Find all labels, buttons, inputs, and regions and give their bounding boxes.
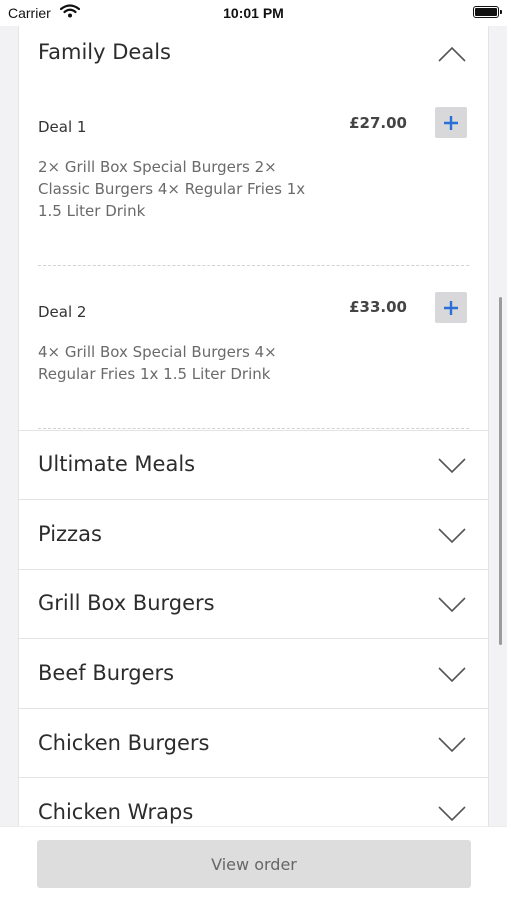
plus-icon [444, 115, 458, 130]
menu-list[interactable]: Family Deals Deal 1 £27.00 2× Grill Box … [18, 0, 489, 826]
section-title: Pizzas [38, 522, 102, 546]
divider [38, 265, 469, 266]
deal-description: 4× Grill Box Special Burgers 4× Regular … [38, 343, 277, 383]
section-title: Chicken Burgers [38, 731, 210, 755]
section-title: Beef Burgers [38, 661, 175, 685]
section-title: Family Deals [38, 40, 171, 64]
divider [19, 708, 488, 709]
chevron-down-icon[interactable] [438, 458, 466, 478]
plus-icon [444, 300, 458, 315]
section-title: Grill Box Burgers [38, 591, 215, 615]
view-order-button[interactable]: View order [37, 840, 471, 888]
chevron-down-icon[interactable] [438, 737, 466, 757]
add-deal-button[interactable] [435, 107, 467, 138]
deal-price: £33.00 [349, 298, 407, 316]
scroll-indicator[interactable] [499, 297, 502, 645]
add-deal-button[interactable] [435, 292, 467, 323]
divider [19, 430, 488, 431]
chevron-down-icon[interactable] [438, 806, 466, 826]
deal-name: Deal 2 [38, 303, 87, 321]
divider [38, 428, 469, 429]
battery-icon [473, 6, 502, 18]
chevron-up-icon[interactable] [438, 46, 466, 66]
deal-price: £27.00 [349, 114, 407, 132]
section-title: Ultimate Meals [38, 452, 196, 476]
chevron-down-icon[interactable] [438, 667, 466, 687]
divider [19, 777, 488, 778]
deal-name: Deal 1 [38, 118, 87, 136]
status-bar: Carrier 10:01 PM [0, 0, 507, 26]
divider [19, 499, 488, 500]
divider [19, 569, 488, 570]
chevron-down-icon[interactable] [438, 597, 466, 617]
chevron-down-icon[interactable] [438, 528, 466, 548]
clock: 10:01 PM [223, 5, 284, 21]
deal-description: 2× Grill Box Special Burgers 2× Classic … [38, 158, 306, 220]
footer: View order [0, 826, 507, 900]
divider [19, 638, 488, 639]
section-title: Chicken Wraps [38, 800, 194, 824]
